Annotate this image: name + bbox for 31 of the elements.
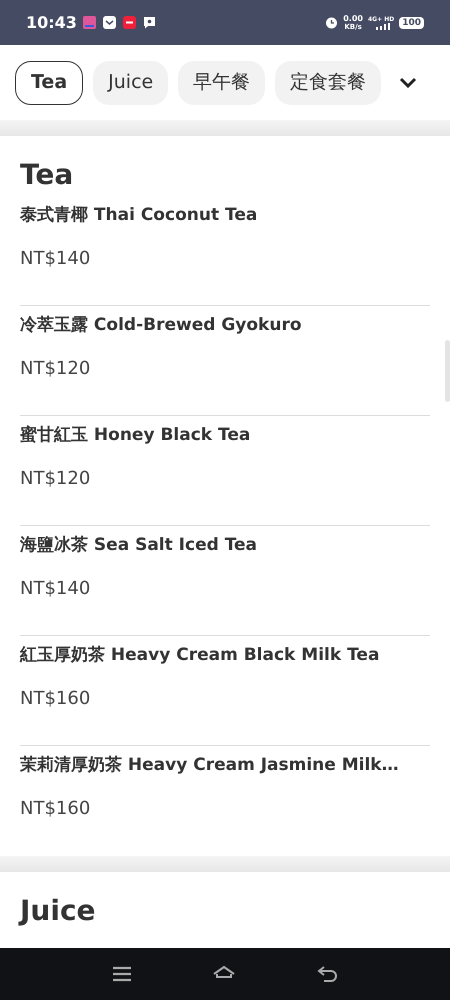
category-tab[interactable]: Juice xyxy=(93,60,168,104)
message-icon xyxy=(142,16,156,29)
section-heading: Juice xyxy=(20,893,96,929)
speed-text: 0.00 xyxy=(343,14,363,22)
item-price: NT$160 xyxy=(20,687,90,711)
item-name[interactable]: 茉莉清厚奶茶 Heavy Cream Jasmine Milk… xyxy=(20,752,399,778)
category-tab[interactable]: 早午餐 xyxy=(178,60,266,104)
expand-button[interactable] xyxy=(399,76,418,88)
app-icon xyxy=(82,16,96,29)
item-price: NT$140 xyxy=(20,247,90,271)
back-icon[interactable] xyxy=(316,965,338,983)
mail-icon xyxy=(102,16,116,29)
item-price: NT$120 xyxy=(20,467,90,491)
chevron-down-icon xyxy=(399,76,418,88)
category-tab[interactable]: 定食套餐 xyxy=(275,60,382,104)
item-price: NT$140 xyxy=(20,577,90,601)
item-name[interactable]: 泰式青椰 Thai Coconut Tea xyxy=(20,202,258,228)
item-name[interactable]: 蜜甘紅玉 Honey Black Tea xyxy=(20,422,250,448)
item-price: NT$160 xyxy=(20,797,90,821)
menu-icon[interactable] xyxy=(112,966,132,982)
item-price: NT$120 xyxy=(20,357,90,381)
section-heading: Tea xyxy=(20,157,74,193)
alarm-icon xyxy=(325,16,338,29)
item-name[interactable]: 紅玉厚奶茶 Heavy Cream Black Milk Tea xyxy=(20,642,380,668)
item-name[interactable]: 冷萃玉露 Cold-Brewed Gyokuro xyxy=(20,312,302,338)
scroll-indicator xyxy=(445,340,450,402)
category-tab[interactable]: Tea xyxy=(15,60,84,104)
item-name[interactable]: 海鹽冰茶 Sea Salt Iced Tea xyxy=(20,532,258,558)
app-icon xyxy=(122,16,136,29)
battery-indicator: 100 xyxy=(399,16,424,28)
clock-text: 10:43 xyxy=(26,12,77,34)
